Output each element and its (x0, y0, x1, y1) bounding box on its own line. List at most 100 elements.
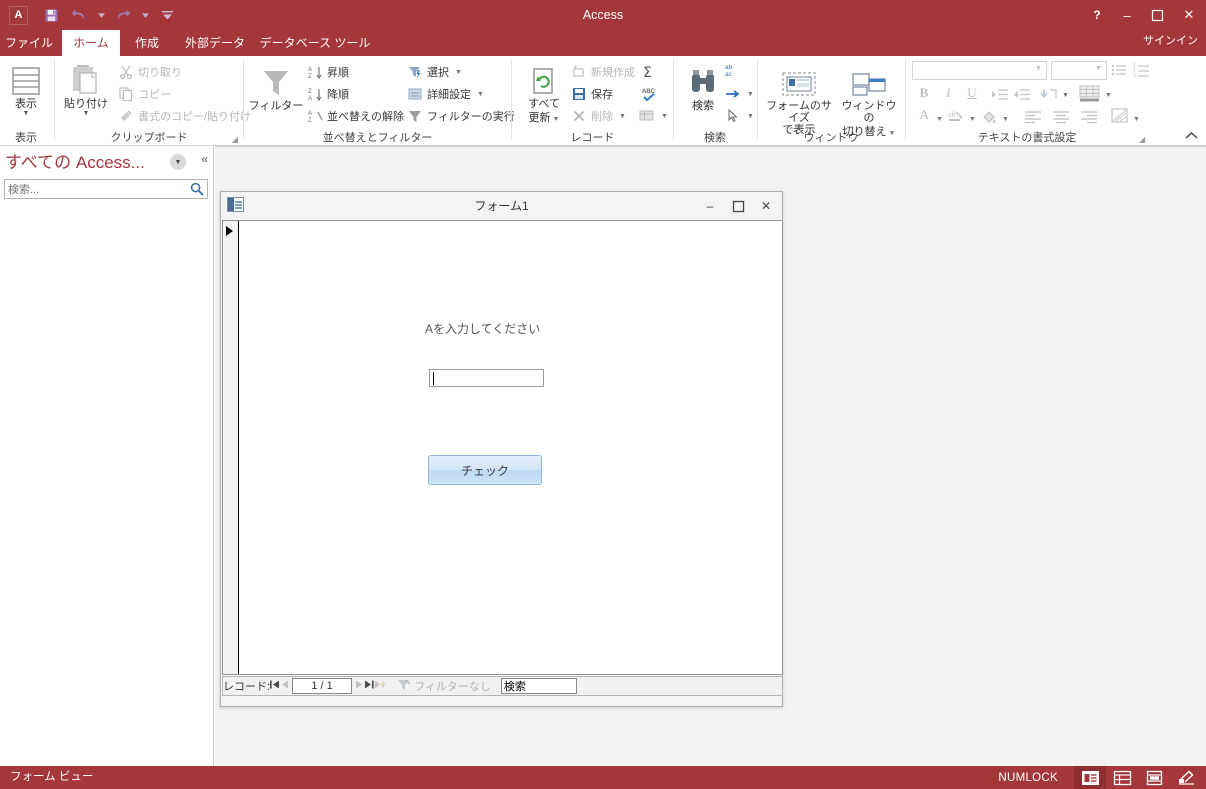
switch-windows-button[interactable]: ウィンドウの 切り替え ▼ (839, 62, 899, 138)
alternate-row-color-caret-icon[interactable]: ▼ (1133, 116, 1140, 123)
advanced-filter-item[interactable]: 詳細設定 ▼ (407, 84, 484, 104)
format-painter-item[interactable]: 書式のコピー/貼り付け (118, 106, 251, 126)
form-minimize-button[interactable]: – (696, 195, 724, 217)
replace-item[interactable]: ab ac (725, 60, 741, 80)
goto-dropdown-caret-icon[interactable]: ▼ (747, 91, 754, 98)
navigation-search-input[interactable] (8, 182, 183, 197)
select-item[interactable]: ▼ (725, 106, 754, 126)
decrease-indent-button[interactable] (1013, 87, 1031, 105)
gridlines-caret-icon[interactable]: ▼ (1105, 92, 1112, 99)
goto-item[interactable]: ▼ (725, 84, 754, 104)
bold-button[interactable]: B (915, 85, 933, 101)
input-a-textbox[interactable] (432, 371, 540, 385)
selection-dropdown-caret-icon[interactable]: ▼ (455, 69, 462, 76)
numbering-button[interactable]: 123 (1133, 61, 1151, 82)
first-record-button[interactable] (270, 680, 281, 692)
paste-button[interactable]: 貼り付け ▼ (58, 60, 114, 118)
help-button[interactable]: ? (1082, 0, 1112, 30)
background-color-caret-icon[interactable]: ▼ (1002, 116, 1009, 123)
close-button[interactable]: ✕ (1172, 0, 1206, 30)
view-button[interactable]: 表示 ▼ (0, 60, 52, 118)
sort-ascending-item[interactable]: AZ 昇順 (307, 62, 349, 82)
clipboard-dialog-launcher[interactable]: ◢ (232, 135, 238, 144)
copy-item[interactable]: コピー (118, 84, 171, 104)
font-color-button[interactable]: A (915, 108, 933, 124)
paste-dropdown-caret-icon[interactable]: ▼ (58, 110, 114, 118)
find-button[interactable]: 検索 (677, 62, 729, 112)
filter-status[interactable]: フィルターなし (397, 678, 491, 694)
text-highlight-icon: ab (948, 110, 963, 121)
font-color-caret-icon[interactable]: ▼ (936, 116, 943, 123)
refresh-all-button[interactable]: すべて 更新 ▼ (519, 60, 569, 124)
size-to-form-button[interactable]: フォームのサイズ で表示 (763, 62, 835, 136)
chevron-down-icon[interactable]: ▼ (170, 154, 186, 170)
previous-record-button[interactable] (281, 680, 290, 692)
refresh-all-dropdown-caret-icon[interactable]: ▼ (553, 116, 560, 123)
sort-descending-item[interactable]: ZA 降順 (307, 84, 349, 104)
last-record-button[interactable] (363, 680, 374, 692)
navigator-search-input[interactable] (501, 679, 576, 693)
alternate-row-color-button[interactable] (1111, 108, 1129, 128)
maximize-button[interactable] (1142, 0, 1172, 30)
text-direction-caret-icon[interactable]: ▼ (1062, 92, 1069, 99)
totals-item[interactable]: Σ (641, 62, 657, 82)
navigation-search-box[interactable] (4, 179, 208, 199)
form-view-button[interactable] (1074, 766, 1106, 789)
align-right-button[interactable] (1080, 110, 1098, 127)
clear-sort-item[interactable]: AZ 並べ替えの解除 (307, 106, 405, 126)
text-highlight-caret-icon[interactable]: ▼ (969, 116, 976, 123)
filter-button[interactable]: フィルター (247, 62, 305, 112)
tab-database-tools[interactable]: データベース ツール (258, 30, 372, 56)
align-left-button[interactable] (1024, 110, 1042, 127)
check-button[interactable]: チェック (428, 455, 542, 485)
font-name-combo[interactable]: ▼ (912, 61, 1047, 80)
record-position-box[interactable]: 1 / 1 (292, 678, 353, 694)
signin-link[interactable]: サインイン (1143, 32, 1198, 48)
datasheet-view-button[interactable] (1106, 766, 1138, 789)
increase-indent-button[interactable] (991, 87, 1009, 105)
navigator-search-box[interactable] (500, 678, 577, 694)
more-records-item[interactable]: ▼ (639, 106, 668, 126)
record-selector[interactable] (223, 221, 239, 674)
new-record-button[interactable] (374, 680, 387, 692)
form-close-button[interactable]: ✕ (752, 195, 780, 217)
font-size-combo[interactable]: ▼ (1051, 61, 1107, 80)
toggle-filter-item[interactable]: フィルターの実行 (407, 106, 515, 126)
font-size-caret-icon[interactable]: ▼ (1095, 65, 1102, 72)
text-direction-button[interactable] (1040, 87, 1058, 105)
view-dropdown-caret-icon[interactable]: ▼ (0, 110, 52, 118)
minimize-button[interactable]: – (1112, 0, 1142, 30)
selection-item[interactable]: 選択 ▼ (407, 62, 462, 82)
tab-external-data[interactable]: 外部データ (176, 30, 254, 56)
design-view-button[interactable] (1170, 766, 1202, 789)
ribbon-collapse-button[interactable] (1185, 131, 1198, 143)
advanced-filter-dropdown-caret-icon[interactable]: ▼ (477, 91, 484, 98)
font-name-caret-icon[interactable]: ▼ (1035, 65, 1042, 72)
italic-button[interactable]: I (939, 85, 957, 101)
new-record-item[interactable]: 新規作成 (571, 62, 635, 82)
search-magnifier-icon[interactable] (190, 182, 204, 199)
select-dropdown-caret-icon[interactable]: ▼ (747, 113, 754, 120)
align-center-button[interactable] (1052, 110, 1070, 127)
text-formatting-dialog-launcher[interactable]: ◢ (1139, 135, 1145, 144)
underline-button[interactable]: U (963, 85, 981, 101)
delete-record-item[interactable]: 削除 ▼ (571, 106, 626, 126)
spelling-item[interactable]: ABC (641, 84, 657, 104)
tab-create[interactable]: 作成 (124, 30, 170, 56)
delete-dropdown-caret-icon[interactable]: ▼ (619, 113, 626, 120)
next-record-button[interactable] (354, 680, 363, 692)
layout-view-button[interactable] (1138, 766, 1170, 789)
cut-item[interactable]: 切り取り (118, 62, 182, 82)
input-a-field[interactable] (429, 369, 544, 387)
svg-text:Σ: Σ (643, 65, 652, 81)
text-highlight-button[interactable]: ab (947, 109, 965, 129)
tab-file[interactable]: ファイル (0, 30, 58, 56)
gridlines-button[interactable] (1079, 85, 1101, 106)
save-record-item[interactable]: 保存 (571, 84, 613, 104)
double-chevron-left-icon[interactable]: « (201, 152, 208, 166)
form-maximize-button[interactable] (724, 195, 752, 217)
more-records-caret-icon[interactable]: ▼ (661, 113, 668, 120)
background-color-button[interactable] (980, 109, 998, 129)
tab-home[interactable]: ホーム (62, 30, 120, 56)
bullets-button[interactable] (1110, 61, 1128, 82)
